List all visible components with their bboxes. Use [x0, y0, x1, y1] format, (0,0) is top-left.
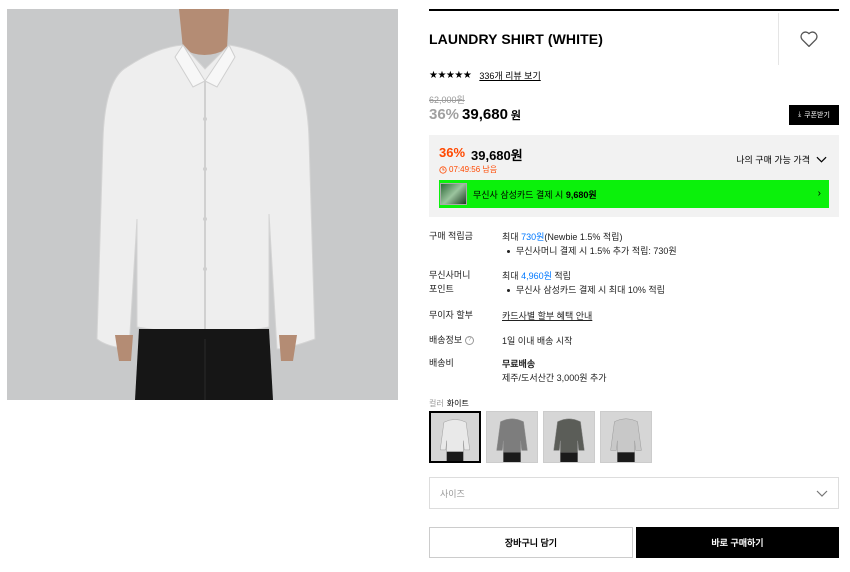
shipping-value: 1일 이내 배송 시작 [502, 336, 573, 346]
points-amount: 730원 [521, 232, 545, 242]
my-price-toggle[interactable]: 나의 구매 가능 가격 [736, 153, 827, 166]
benefit-box: 36% 39,680원 07:49:56 남음 나의 구매 가능 가격 무신사 … [429, 135, 839, 217]
review-row: ★★★★★ 336개 리뷰 보기 [429, 69, 541, 82]
rating-stars: ★★★★★ [429, 70, 472, 81]
sale-price: 39,680 [462, 106, 508, 123]
card-promo-text: 무신사 삼성카드 결제 시 9,680원 [473, 188, 597, 201]
sale-currency: 원 [510, 110, 522, 122]
color-swatch[interactable] [543, 411, 595, 463]
fee-value-main: 무료배송 [502, 359, 536, 369]
installment-label: 무이자 할부 [429, 310, 473, 320]
fee-label: 배송비 [429, 358, 454, 368]
review-link[interactable]: 336개 리뷰 보기 [479, 69, 540, 82]
money-suffix: 적립 [551, 271, 571, 281]
buy-now-button[interactable]: 바로 구매하기 [636, 527, 839, 558]
color-swatch[interactable] [429, 411, 481, 463]
size-placeholder: 사이즈 [440, 488, 465, 499]
color-label-text: 컬러 [429, 399, 444, 408]
card-promo-prefix: 무신사 삼성카드 결제 시 [473, 189, 566, 200]
shipping-label: 배송정보? [429, 334, 489, 346]
card-image [440, 183, 467, 205]
box-price: 39,680원 [471, 148, 523, 163]
coupon-label: 쿠폰받기 [804, 112, 830, 119]
discount-percent: 36% [429, 106, 460, 123]
money-label: 무신사머니 포인트 [429, 269, 489, 295]
fee-value: 무료배송 제주/도서산간 3,000원 추가 [502, 357, 832, 385]
coupon-button[interactable]: ⤓ 쿠폰받기 [789, 105, 839, 125]
box-discount-percent: 36% [439, 145, 466, 160]
sale-price-row: 36% 39,680 원 [429, 106, 521, 123]
product-image [7, 9, 398, 400]
color-swatch[interactable] [600, 411, 652, 463]
points-prefix: 최대 [502, 232, 522, 242]
product-title: LAUNDRY SHIRT (WHITE) [429, 31, 603, 47]
add-to-cart-button[interactable]: 장바구니 담기 [429, 527, 633, 558]
money-label-line2: 포인트 [429, 284, 454, 294]
chevron-down-icon [816, 156, 827, 163]
points-suffix: (Newbie 1.5% 적립) [544, 232, 623, 242]
fee-extra: 제주/도서산간 3,000원 추가 [502, 373, 607, 383]
money-prefix: 최대 [502, 271, 522, 281]
points-value: 최대 730원(Newbie 1.5% 적립) 무신사머니 결제 시 1.5% … [502, 230, 832, 258]
color-label: 컬러 화이트 [429, 398, 469, 409]
download-icon: ⤓ [798, 111, 802, 118]
timer: 07:49:56 남음 [439, 164, 497, 175]
card-promo-price: 9,680원 [565, 189, 597, 200]
title-divider [778, 13, 779, 65]
money-amount: 4,960원 [521, 271, 552, 281]
size-select[interactable]: 사이즈 [429, 477, 839, 509]
points-bullet: 무신사머니 결제 시 1.5% 추가 적립: 730원 [502, 244, 832, 258]
my-price-label: 나의 구매 가능 가격 [736, 155, 810, 165]
chevron-down-icon [816, 490, 828, 497]
question-icon[interactable]: ? [465, 336, 475, 346]
title-row: LAUNDRY SHIRT (WHITE) [429, 11, 839, 65]
installment-link[interactable]: 카드사별 할부 혜택 안내 [502, 309, 832, 323]
money-bullet: 무신사 삼성카드 결제 시 최대 10% 적립 [502, 283, 832, 297]
color-swatches [429, 411, 652, 463]
card-promo-banner[interactable]: 무신사 삼성카드 결제 시 9,680원 › [439, 180, 829, 208]
heart-icon[interactable] [799, 30, 819, 48]
color-value: 화이트 [446, 399, 469, 408]
product-info-panel: LAUNDRY SHIRT (WHITE) ★★★★★ 336개 리뷰 보기 6… [429, 9, 839, 558]
color-swatch[interactable] [486, 411, 538, 463]
points-label: 구매 적립금 [429, 231, 473, 241]
original-price: 62,000원 [429, 95, 465, 105]
chevron-right-icon: › [817, 188, 821, 199]
timer-text: 07:49:56 남음 [449, 165, 498, 174]
shipping-label-text: 배송정보 [429, 335, 463, 345]
money-value: 최대 4,960원 적립 무신사 삼성카드 결제 시 최대 10% 적립 [502, 269, 832, 297]
clock-icon [439, 165, 447, 174]
money-label-line1: 무신사머니 [429, 270, 471, 280]
